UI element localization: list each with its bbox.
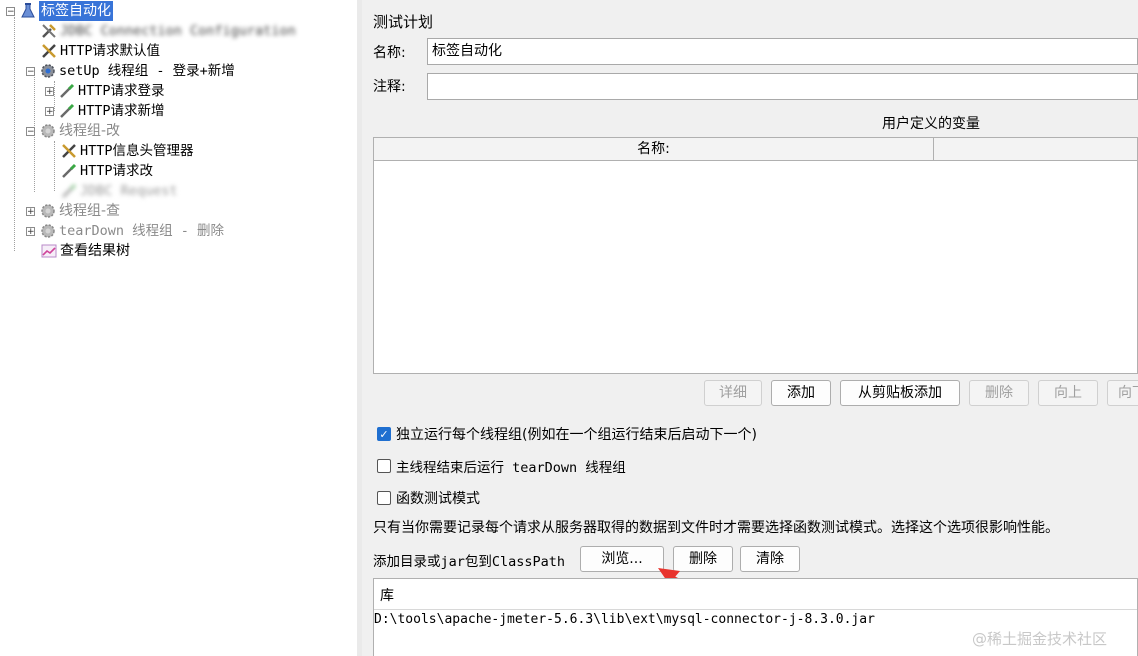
table-row[interactable]: D:\tools\apache-jmeter-5.6.3\lib\ext\mys… [374,610,1137,630]
tree-item-label: 查看结果树 [60,243,130,259]
functional-mode-note: 只有当你需要记录每个请求从服务器取得的数据到文件时才需要选择函数测试模式。选择这… [373,520,1059,536]
tree-item-label: HTTP请求默认值 [60,43,161,59]
name-field[interactable]: 标签自动化 [427,38,1138,65]
classpath-clear-button[interactable]: 清除 [740,546,800,572]
checkmark-icon[interactable]: ✓ [377,427,391,441]
tree-item-label: 线程组-改 [59,123,121,139]
add-from-clipboard-button[interactable]: 从剪贴板添加 [840,380,960,406]
tree-item-label: 线程组-查 [59,203,121,219]
result-tree-chart-icon [41,244,57,258]
tree-connector [14,17,15,251]
tree-item-jdbc-config[interactable]: JDBC Connection Configuration [40,21,296,41]
tree-item-label: HTTP请求改 [80,163,154,179]
variables-title: 用户定义的变量 [882,116,980,132]
tree-item-label: HTTP请求新增 [78,103,165,119]
expand-icon[interactable]: + [45,86,54,96]
tree-item-result-tree[interactable]: 查看结果树 [40,241,130,261]
move-down-button[interactable]: 向下 [1107,380,1138,406]
tree-item-label: HTTP请求登录 [78,83,165,99]
wrench-icon [42,44,56,58]
tree-item-setup-thread-group[interactable]: − setUp 线程组 - 登录+新增 [26,61,235,81]
add-button[interactable]: 添加 [771,380,831,406]
tree-item-label: setUp 线程组 - 登录+新增 [59,63,235,79]
gear-icon [41,224,55,238]
tree-item-label: JDBC Request [80,183,178,199]
tree-item-label: 标签自动化 [39,1,113,21]
expand-icon[interactable]: + [45,106,54,116]
collapse-icon[interactable]: − [6,6,15,16]
move-up-button[interactable]: 向上 [1038,380,1098,406]
tree-item-http-update[interactable]: HTTP请求改 [60,161,153,181]
classpath-label: 添加目录或jar包到ClassPath [373,554,566,570]
checkbox-label: 函数测试模式 [396,491,480,507]
pipette-sampler-icon [62,183,77,198]
collapse-icon[interactable]: − [26,126,35,136]
table-header: 名称: [374,138,1137,161]
panel-title: 测试计划 [373,13,434,31]
delete-row-button[interactable]: 删除 [969,380,1029,406]
tree-item-label: tearDown 线程组 - 删除 [59,223,225,239]
collapse-icon[interactable]: − [26,66,35,76]
pipette-sampler-icon [62,163,77,178]
tree-item-header-manager[interactable]: HTTP信息头管理器 [60,141,194,161]
tree-item-jdbc-request[interactable]: JDBC Request [60,181,178,201]
checkbox-label: 独立运行每个线程组(例如在一个组运行结束后启动下一个) [396,427,757,443]
gear-icon [41,204,55,218]
tree-connector [54,141,55,191]
tree-item-http-login[interactable]: + HTTP请求登录 [45,81,165,101]
detail-button[interactable]: 详细 [704,380,762,406]
wrench-icon [42,24,56,38]
tree-item-thread-group-query[interactable]: + 线程组-查 [26,201,120,221]
gear-icon [41,124,55,138]
checkbox-label: 主线程结束后运行 tearDown 线程组 [396,460,626,476]
tree-item-http-defaults[interactable]: HTTP请求默认值 [40,41,160,61]
test-tree[interactable]: − 标签自动化 JDBC Connection Configuration HT… [0,0,358,656]
tree-item-label: JDBC Connection Configuration [60,23,296,39]
column-header-library[interactable]: 库 [380,585,394,605]
name-label: 名称: [373,45,406,61]
variables-table[interactable]: 名称: [373,137,1138,374]
expand-icon[interactable]: + [26,226,35,236]
tree-item-test-plan[interactable]: − 标签自动化 [6,1,113,21]
watermark: @稀土掘金技术社区 [972,630,1108,648]
column-header-name[interactable]: 名称: [374,138,933,160]
table-header: 库 [374,579,1137,610]
pipette-sampler-icon [60,103,75,118]
tree-item-teardown-thread-group[interactable]: + tearDown 线程组 - 删除 [26,221,224,241]
wrench-icon [62,144,76,158]
tree-item-http-add[interactable]: + HTTP请求新增 [45,101,165,121]
comment-field[interactable] [427,73,1138,100]
tree-item-thread-group-update[interactable]: − 线程组-改 [26,121,120,141]
teardown-after-shutdown-checkbox[interactable]: 主线程结束后运行 tearDown 线程组 [377,455,626,477]
checkbox-box[interactable] [377,459,391,473]
tree-item-label: HTTP信息头管理器 [80,143,194,159]
functional-test-mode-checkbox[interactable]: 函数测试模式 [377,487,480,509]
gear-icon [41,64,55,78]
run-thread-groups-consecutively-checkbox[interactable]: ✓ 独立运行每个线程组(例如在一个组运行结束后启动下一个) [377,423,757,445]
checkbox-box[interactable] [377,491,391,505]
test-plan-flask-icon [21,3,35,18]
column-header-value[interactable] [934,138,1138,160]
pipette-sampler-icon [60,83,75,98]
test-plan-panel: 测试计划 名称: 标签自动化 注释: 用户定义的变量 名称: 详细 添加 从剪贴… [362,0,1138,656]
comment-label: 注释: [373,79,406,95]
expand-icon[interactable]: + [26,206,35,216]
